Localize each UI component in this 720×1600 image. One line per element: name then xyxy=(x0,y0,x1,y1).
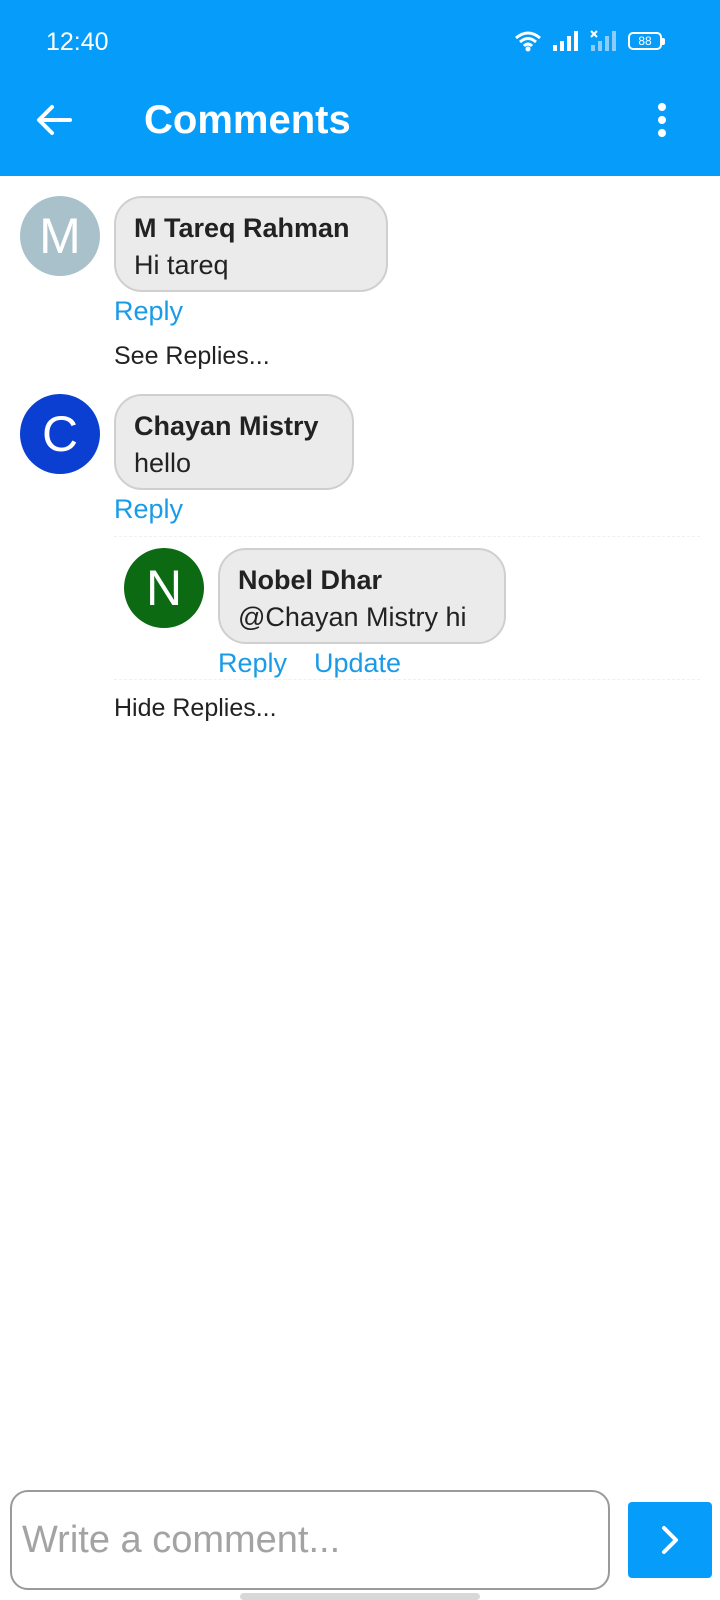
avatar[interactable]: M xyxy=(20,196,100,276)
avatar-initial: M xyxy=(39,208,81,264)
home-indicator[interactable] xyxy=(240,1593,480,1600)
comment-author: M Tareq Rahman xyxy=(134,213,350,243)
comment-composer xyxy=(10,1490,610,1590)
hide-replies-link[interactable]: Hide Replies... xyxy=(114,694,277,723)
battery-icon: 88 xyxy=(628,32,665,50)
avatar[interactable]: N xyxy=(124,548,204,628)
reply-author: Nobel Dhar xyxy=(238,565,383,595)
comment-text: hello xyxy=(134,448,192,478)
comment-input[interactable] xyxy=(22,1518,598,1562)
avatar[interactable]: C xyxy=(20,394,100,474)
reply-link[interactable]: Reply xyxy=(114,296,183,327)
page-title: Comments xyxy=(144,98,351,142)
comment-author: Chayan Mistry xyxy=(134,411,319,441)
signal-no-service-icon xyxy=(590,30,616,51)
comment-text: Hi tareq xyxy=(134,250,229,280)
avatar-initial: C xyxy=(41,406,79,462)
signal-icon xyxy=(553,31,578,51)
see-replies-link[interactable]: See Replies... xyxy=(114,342,270,371)
wifi-icon xyxy=(515,31,541,52)
comment-bubble: M Tareq Rahman Hi tareq xyxy=(114,196,388,292)
send-button[interactable] xyxy=(628,1502,712,1578)
reply-link[interactable]: Reply xyxy=(218,648,287,679)
more-options-button[interactable] xyxy=(642,96,682,144)
reply-bubble: Nobel Dhar @Chayan Mistry hi xyxy=(218,548,506,644)
back-button[interactable] xyxy=(30,96,78,144)
avatar-initial: N xyxy=(145,560,183,616)
status-time: 12:40 xyxy=(46,28,109,56)
arrow-left-icon xyxy=(37,105,72,135)
update-link[interactable]: Update xyxy=(314,648,401,679)
status-icons: 88 xyxy=(514,30,665,52)
app-bar: 12:40 88 Comments xyxy=(0,0,720,176)
more-vertical-icon xyxy=(658,103,666,137)
reply-text: @Chayan Mistry hi xyxy=(238,602,467,632)
reply-link[interactable]: Reply xyxy=(114,494,183,525)
comment-bubble: Chayan Mistry hello xyxy=(114,394,354,490)
chevron-right-icon xyxy=(662,1526,678,1554)
